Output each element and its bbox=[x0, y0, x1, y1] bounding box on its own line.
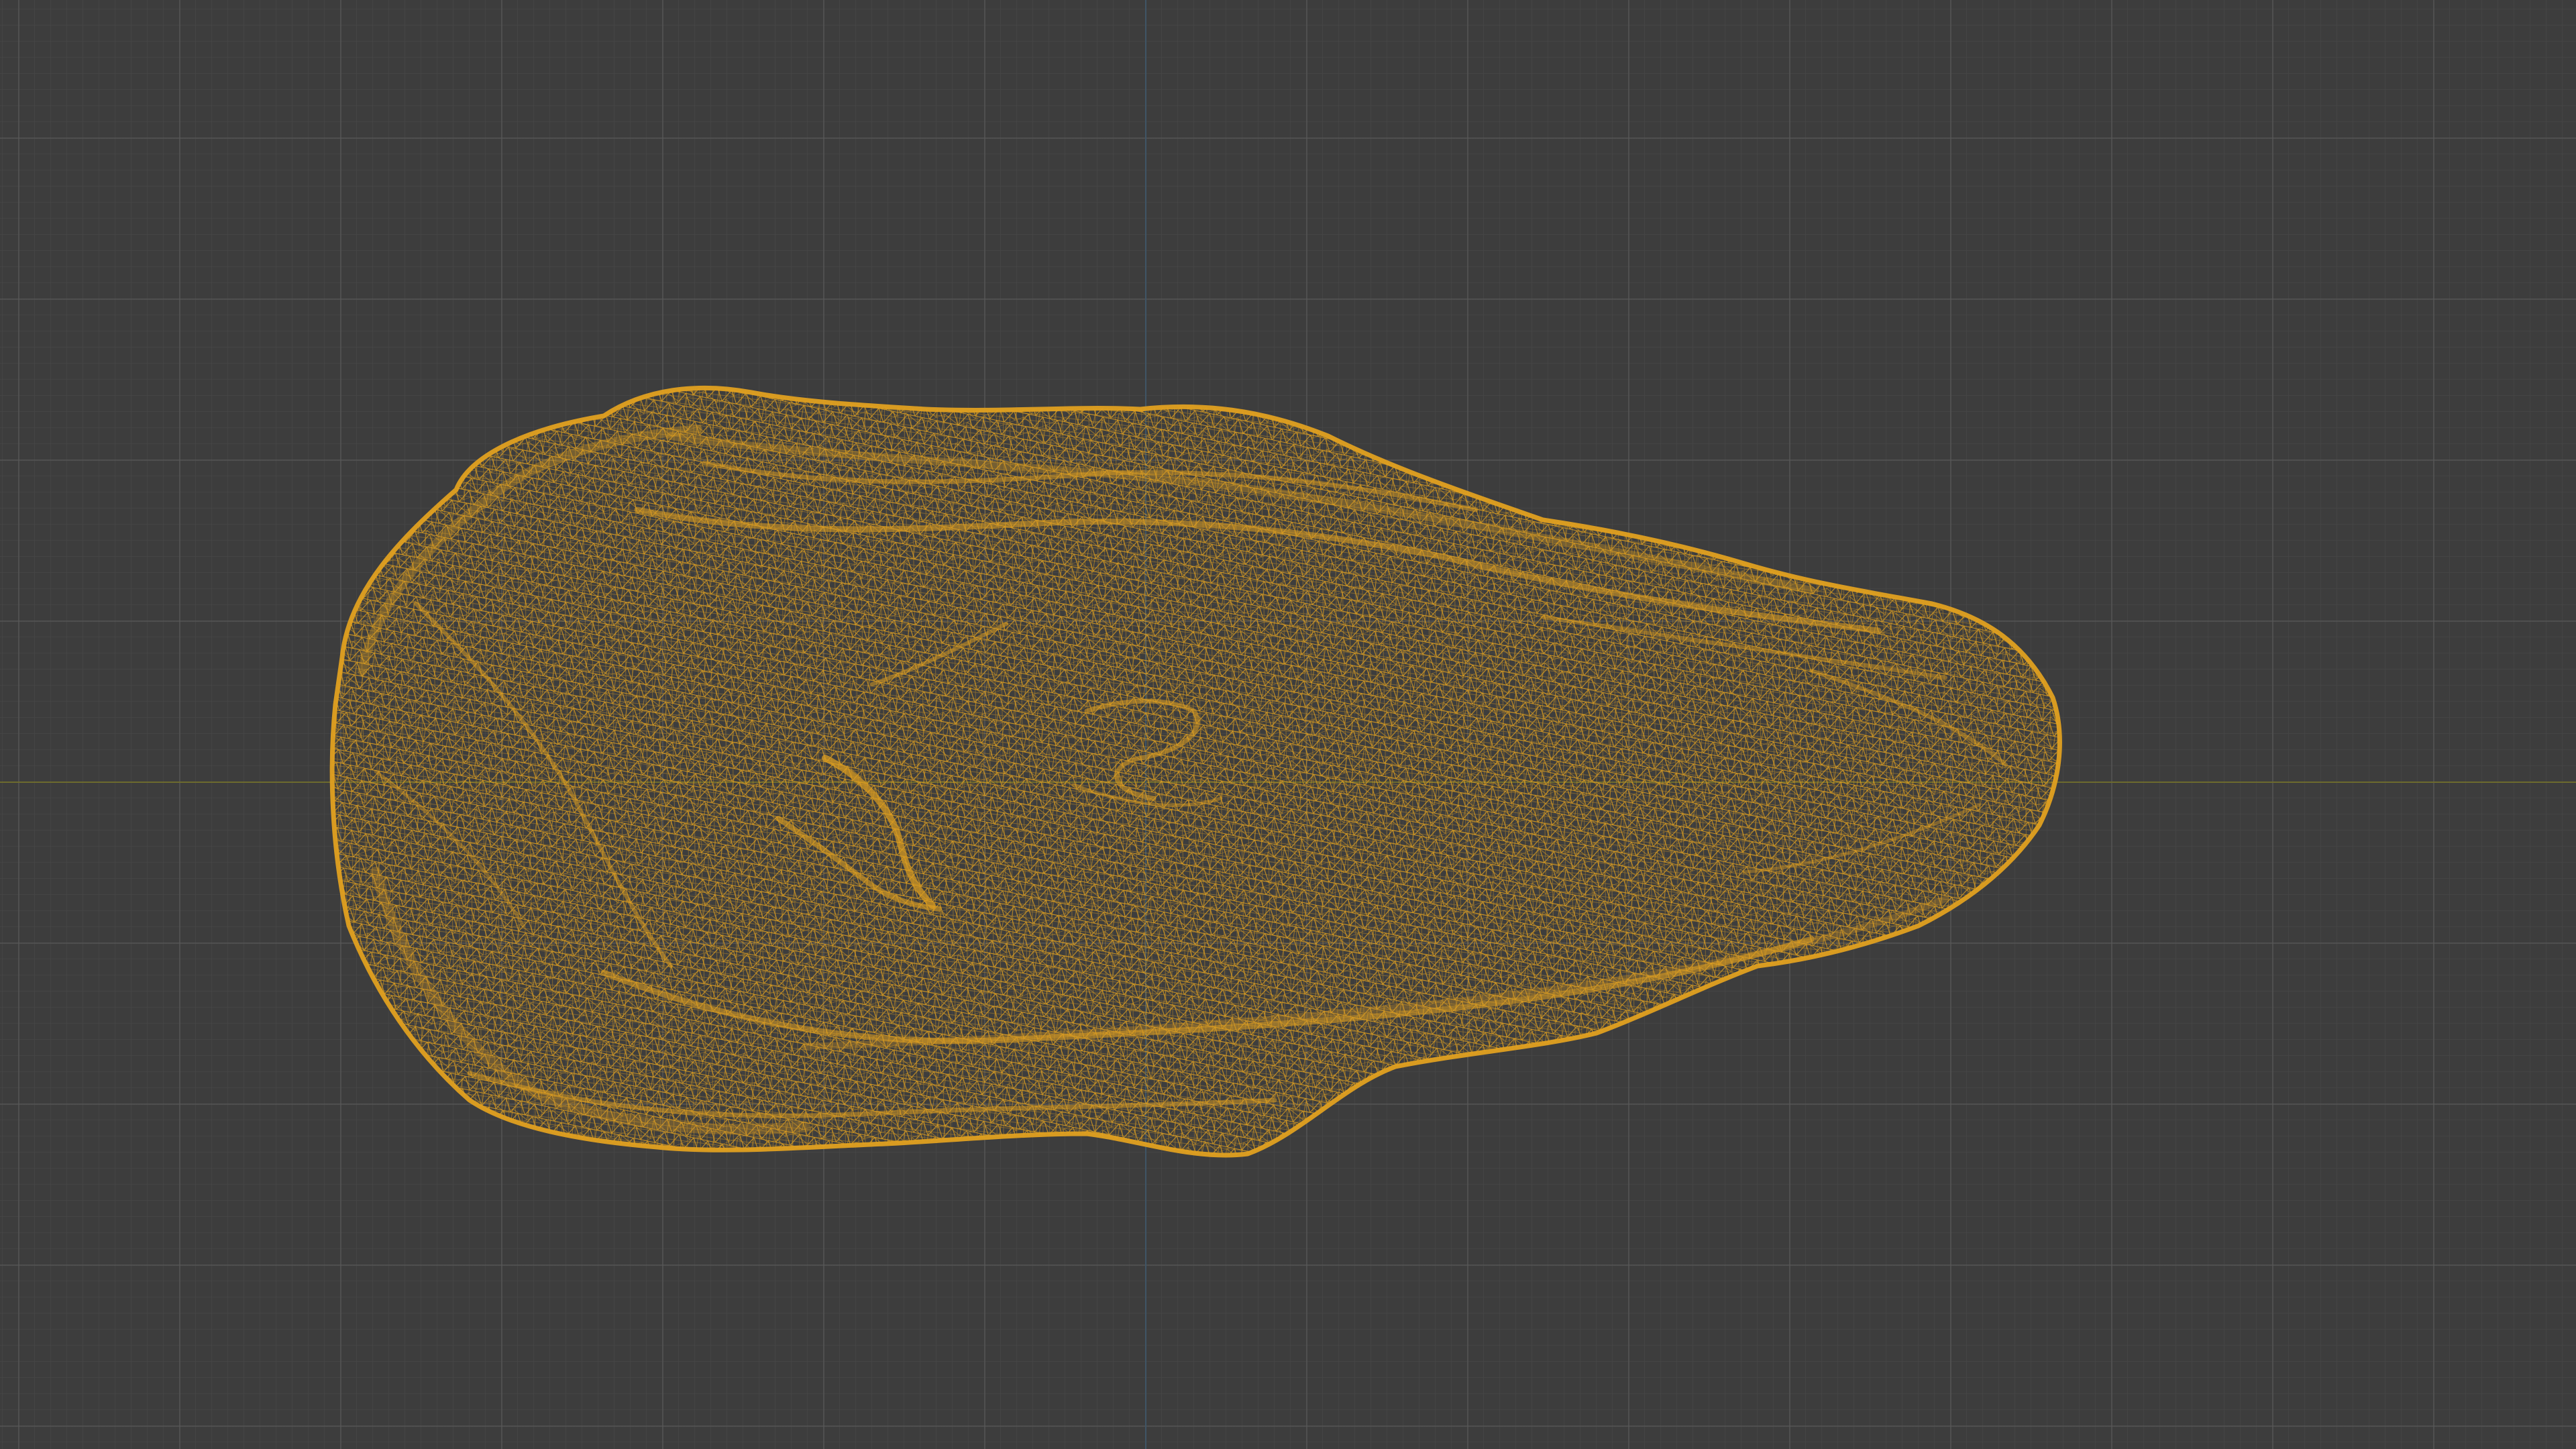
wireframe-mesh[interactable] bbox=[0, 0, 2576, 1449]
3d-viewport[interactable] bbox=[0, 0, 2576, 1449]
